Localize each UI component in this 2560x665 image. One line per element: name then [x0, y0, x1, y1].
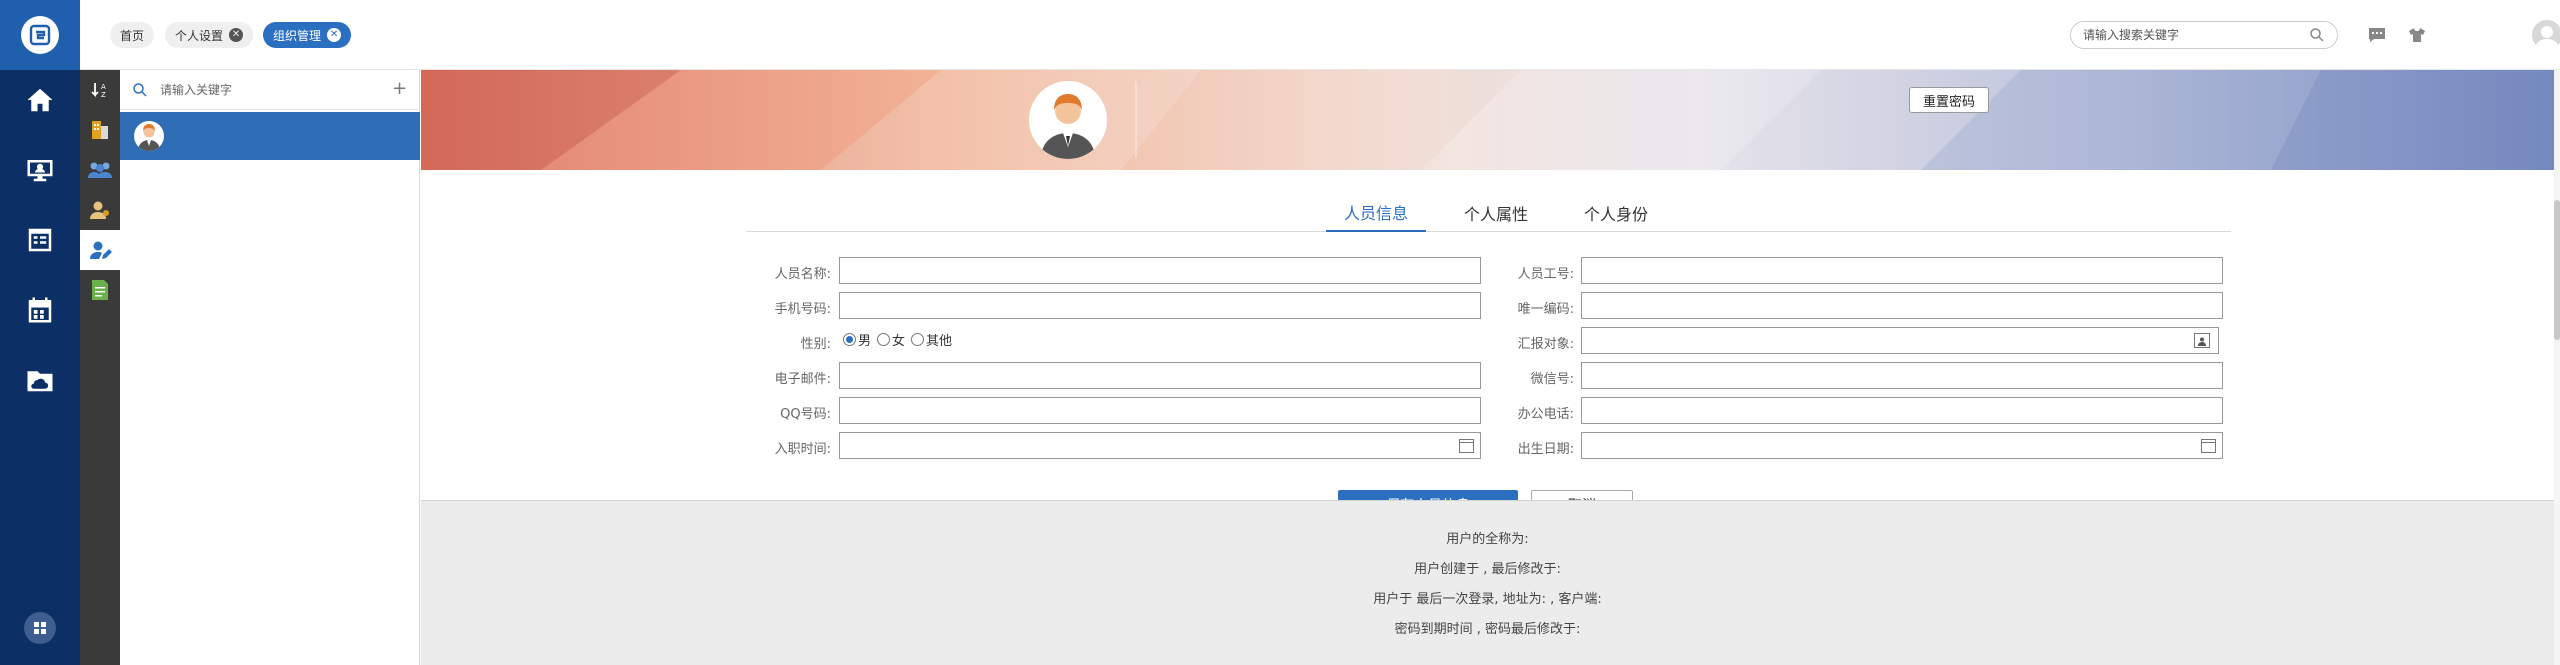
home-icon[interactable]: [0, 80, 80, 120]
monitor-user-icon[interactable]: [0, 150, 80, 190]
wechat-field[interactable]: [1581, 362, 2223, 389]
hire-date-field[interactable]: [839, 432, 1481, 459]
skin-icon[interactable]: [2406, 24, 2428, 46]
hire-date-label: 入职时间:: [774, 442, 831, 457]
main-content: 重置密码 人员信息 个人属性 个人身份 人员名称: 手机号码: 性别: 男 女 …: [421, 70, 2554, 665]
tab-personal-identity[interactable]: 个人身份: [1566, 194, 1666, 232]
gender-option-female[interactable]: 女: [877, 330, 905, 349]
profile-banner: 重置密码: [421, 70, 2554, 170]
email-label: 电子邮件:: [774, 372, 831, 387]
search-icon: [132, 82, 148, 102]
gender-option-other[interactable]: 其他: [911, 330, 952, 349]
radio-label: 女: [892, 334, 906, 349]
org-tree-panel: +: [120, 70, 420, 665]
gender-option-male[interactable]: 男: [843, 330, 871, 349]
search-icon[interactable]: [2306, 24, 2328, 46]
user-edit-icon[interactable]: [80, 230, 120, 270]
user-key-icon[interactable]: [80, 190, 120, 230]
office-phone-field[interactable]: [1581, 397, 2223, 424]
qq-label: QQ号码:: [780, 407, 831, 422]
user-meta-footer: 用户的全称为: 用户创建于 , 最后修改于: 用户于 最后一次登录, 地址为: …: [421, 500, 2554, 665]
svg-text:Z: Z: [101, 91, 106, 99]
tab-org-management[interactable]: 组织管理 ✕: [263, 22, 352, 48]
last-login-line: 用户于 最后一次登录, 地址为: , 客户端:: [1373, 592, 1602, 607]
svg-text:A: A: [101, 83, 106, 91]
sort-icon[interactable]: AZ: [80, 70, 120, 110]
gender-radio-group: 男 女 其他: [843, 330, 958, 349]
person-picker-icon[interactable]: [2194, 333, 2210, 348]
unique-code-field[interactable]: [1581, 292, 2223, 319]
tree-search-input[interactable]: [160, 80, 360, 100]
building-icon[interactable]: [80, 110, 120, 150]
tree-node-selected[interactable]: [120, 112, 420, 160]
module-icon-strip: AZ: [80, 70, 120, 665]
radio-label: 男: [858, 334, 872, 349]
cloud-folder-icon[interactable]: [0, 360, 80, 400]
close-icon[interactable]: ✕: [327, 28, 342, 42]
password-expiry-line: 密码到期时间 , 密码最后修改于:: [1394, 622, 1581, 637]
mobile-field[interactable]: [839, 292, 1481, 319]
avatar[interactable]: [2532, 20, 2560, 50]
global-search-input[interactable]: [2070, 21, 2338, 49]
created-modified-line: 用户创建于 , 最后修改于:: [1414, 562, 1561, 577]
tab-person-info[interactable]: 人员信息: [1326, 194, 1426, 232]
tree-search-bar: +: [120, 70, 420, 110]
main-nav-rail: [0, 0, 80, 665]
radio-checked[interactable]: [843, 333, 856, 346]
add-icon[interactable]: +: [392, 78, 407, 99]
name-label: 人员名称:: [774, 267, 831, 282]
radio-unchecked[interactable]: [877, 333, 891, 346]
office-phone-label: 办公电话:: [1517, 407, 1574, 422]
app-logo[interactable]: [0, 0, 80, 70]
tab-label: 组织管理: [273, 28, 322, 43]
reset-password-button[interactable]: 重置密码: [1909, 87, 1989, 113]
list-icon[interactable]: [0, 220, 80, 260]
report-to-label: 汇报对象:: [1517, 337, 1574, 352]
scrollbar-thumb[interactable]: [2554, 200, 2560, 340]
name-field[interactable]: [839, 257, 1481, 284]
close-icon[interactable]: ✕: [229, 28, 244, 42]
profile-photo[interactable]: [1029, 81, 1107, 159]
mobile-label: 手机号码:: [774, 302, 831, 317]
full-name-line: 用户的全称为:: [1446, 532, 1529, 547]
qq-field[interactable]: [839, 397, 1481, 424]
calendar-icon[interactable]: [0, 290, 80, 330]
report-to-field[interactable]: [1581, 327, 2219, 354]
tab-personal-attributes[interactable]: 个人属性: [1446, 194, 1546, 232]
top-bar: 首页 个人设置 ✕ 组织管理 ✕ xadmin: [80, 0, 2560, 70]
tab-label: 个人设置: [175, 28, 224, 43]
sheet-icon[interactable]: [80, 270, 120, 310]
calendar-icon[interactable]: [2201, 439, 2216, 453]
message-icon[interactable]: [2366, 24, 2388, 46]
employee-id-label: 人员工号:: [1517, 267, 1574, 282]
logo-icon: [21, 16, 59, 54]
email-field[interactable]: [839, 362, 1481, 389]
birth-date-field[interactable]: [1581, 432, 2223, 459]
tab-personal-settings[interactable]: 个人设置 ✕: [165, 22, 254, 48]
employee-id-field[interactable]: [1581, 257, 2223, 284]
wechat-label: 微信号:: [1530, 372, 1574, 387]
tab-home[interactable]: 首页: [110, 22, 155, 48]
user-avatar-icon: [134, 121, 164, 151]
page-scrollbar[interactable]: [2554, 70, 2560, 665]
radio-unchecked[interactable]: [911, 333, 925, 346]
unique-code-label: 唯一编码:: [1517, 302, 1574, 317]
apps-grid-icon[interactable]: [24, 612, 56, 644]
birth-date-label: 出生日期:: [1517, 442, 1574, 457]
gender-label: 性别:: [800, 337, 831, 352]
group-icon[interactable]: [80, 150, 120, 190]
profile-tabs: 人员信息 个人属性 个人身份: [746, 194, 2231, 232]
radio-label: 其他: [926, 334, 953, 349]
tab-label: 首页: [120, 28, 145, 43]
